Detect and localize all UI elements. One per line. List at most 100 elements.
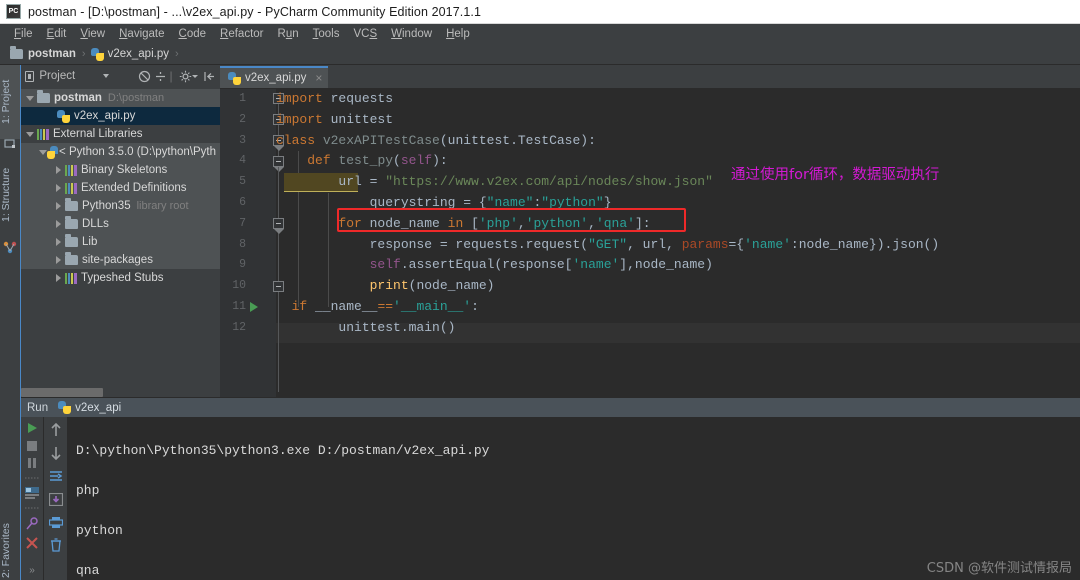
tree-item-dlls[interactable]: DLLs <box>21 215 220 233</box>
tree-item-external-libraries[interactable]: External Libraries <box>21 125 220 143</box>
tree-arrow-down-icon[interactable] <box>23 96 37 101</box>
tree-arrow-right-icon[interactable] <box>51 220 65 228</box>
menu-view[interactable]: View <box>73 28 112 40</box>
menu-edit[interactable]: Edit <box>40 28 74 40</box>
code-line-4[interactable]: def test_py(self): <box>276 151 448 172</box>
project-panel: Project | postman D:\postman <box>21 65 221 397</box>
line-number: 8 <box>222 235 246 256</box>
tree-item-extended-definitions[interactable]: Extended Definitions <box>21 179 220 197</box>
structure-tool-icon <box>3 241 18 254</box>
menu-window-mn: W <box>391 28 402 40</box>
tree-item-postman[interactable]: postman D:\postman <box>21 89 220 107</box>
menu-code[interactable]: Code <box>172 28 214 40</box>
menu-vcs-pre: VC <box>353 28 369 40</box>
console-output[interactable]: D:\python\Python35\python3.exe D:/postma… <box>68 417 1080 580</box>
console-line: php <box>76 481 1080 501</box>
code-line-8[interactable]: response = requests.request("GET", url, … <box>276 235 939 256</box>
sidebar-tab-structure[interactable]: 1: Structure <box>0 149 21 241</box>
code-line-11[interactable]: if __name__=='__main__': <box>276 297 479 318</box>
tab-v2ex-api-py[interactable]: v2ex_api.py × <box>220 66 328 88</box>
code-line-9[interactable]: self.assertEqual(response['name'],node_n… <box>276 255 713 276</box>
console-line: D:\python\Python35\python3.exe D:/postma… <box>76 441 1080 461</box>
breadcrumb-item-file[interactable]: v2ex_api.py <box>91 48 169 61</box>
line-number: 10 <box>222 276 246 297</box>
tree-item-v2ex-api-py[interactable]: v2ex_api.py <box>21 107 220 125</box>
code-line-1[interactable]: import requests <box>276 89 393 110</box>
project-tree: postman D:\postman v2ex_api.py External … <box>21 87 220 287</box>
window-title: postman - [D:\postman] - ...\v2ex_api.py… <box>28 5 481 19</box>
code-line-6[interactable]: querystring = {"name":"python"} <box>276 193 612 214</box>
code-line-7[interactable]: for node_name in ['php','python','qna']: <box>276 214 651 235</box>
tree-arrow-right-icon[interactable] <box>51 274 65 282</box>
menu-refactor-post: efactor <box>228 28 263 40</box>
run-config-tab[interactable]: v2ex_api <box>58 401 121 414</box>
tree-item-lib[interactable]: Lib <box>21 233 220 251</box>
menu-window[interactable]: Window <box>384 28 439 40</box>
arrow-up-icon[interactable] <box>47 421 65 439</box>
console-view-icon[interactable] <box>23 487 41 499</box>
tree-item-python35[interactable]: Python35 library root <box>21 197 220 215</box>
code-content[interactable]: import requests import unittest class v2… <box>276 89 1080 398</box>
close-icon[interactable] <box>23 536 41 550</box>
run-gutter-icon[interactable] <box>250 302 258 312</box>
tree-arrow-right-icon[interactable] <box>51 238 65 246</box>
rerun-icon[interactable] <box>23 421 41 435</box>
tree-item-binary-skeletons[interactable]: Binary Skeletons <box>21 161 220 179</box>
menu-vcs[interactable]: VCS <box>346 28 384 40</box>
expand-all-icon[interactable] <box>154 69 167 83</box>
menu-navigate[interactable]: Navigate <box>112 28 171 40</box>
print-icon[interactable] <box>47 513 65 531</box>
toolbar-divider: | <box>170 69 173 83</box>
tree-item-typeshed-stubs[interactable]: Typeshed Stubs <box>21 269 220 287</box>
trash-icon[interactable] <box>47 536 65 554</box>
sidebar-tab-favorites[interactable]: 2: Favorites <box>0 505 21 580</box>
editor-gutter: 1 2 3 4 5 6 7 8 9 10 11 12 <box>220 89 276 398</box>
breadcrumb-item-project[interactable]: postman <box>10 48 76 60</box>
export-icon[interactable] <box>47 490 65 508</box>
scrollbar-thumb[interactable] <box>21 388 103 397</box>
tree-item-site-packages[interactable]: site-packages <box>21 251 220 269</box>
code-line-12[interactable]: unittest.main() <box>276 318 455 339</box>
python-file-icon <box>91 48 104 61</box>
menu-help[interactable]: Help <box>439 28 477 40</box>
pin-icon[interactable] <box>23 517 41 531</box>
tree-arrow-right-icon[interactable] <box>51 184 65 192</box>
tree-item-python-sdk[interactable]: < Python 3.5.0 (D:\python\Pyth <box>21 143 220 161</box>
editor-area: v2ex_api.py × 1 2 3 4 5 6 7 8 9 10 11 12 <box>220 65 1080 397</box>
tree-label: DLLs <box>82 218 109 230</box>
menu-file[interactable]: File <box>7 28 40 40</box>
menu-bar: File Edit View Navigate Code Refactor Ru… <box>0 24 1080 44</box>
code-editor[interactable]: 1 2 3 4 5 6 7 8 9 10 11 12 <box>220 89 1080 398</box>
chevron-down-icon[interactable] <box>101 69 111 83</box>
run-controls-column: » <box>21 417 44 580</box>
pause-icon[interactable] <box>23 457 41 469</box>
project-horizontal-scrollbar[interactable] <box>21 388 220 397</box>
tree-arrow-right-icon[interactable] <box>51 202 65 210</box>
menu-run[interactable]: Run <box>271 28 306 40</box>
tree-arrow-right-icon[interactable] <box>51 256 65 264</box>
code-line-3[interactable]: class v2exAPITestCase(unittest.TestCase)… <box>276 131 596 152</box>
arrow-down-icon[interactable] <box>47 444 65 462</box>
collapse-all-icon[interactable] <box>138 69 151 83</box>
code-line-10[interactable]: print(node_name) <box>276 276 494 297</box>
close-icon[interactable]: × <box>315 71 322 85</box>
library-icon <box>65 273 77 284</box>
stop-icon[interactable] <box>23 440 41 452</box>
code-line-5[interactable]: url = "https://www.v2ex.com/api/nodes/sh… <box>276 172 713 193</box>
menu-tools[interactable]: Tools <box>306 28 347 40</box>
gear-dropdown-icon[interactable] <box>190 69 200 83</box>
code-line-2[interactable]: import unittest <box>276 110 393 131</box>
soft-wrap-icon[interactable] <box>47 467 65 485</box>
tree-arrow-right-icon[interactable] <box>51 166 65 174</box>
menu-vcs-mn: S <box>369 28 377 40</box>
sidebar-tab-project[interactable]: 1: Project <box>0 65 21 139</box>
line-number: 9 <box>222 255 246 276</box>
line-number: 4 <box>222 151 246 172</box>
more-options-icon[interactable]: » <box>23 565 41 576</box>
tree-label: Python35 <box>82 200 131 212</box>
menu-refactor[interactable]: Refactor <box>213 28 270 40</box>
tree-arrow-down-icon[interactable] <box>23 132 37 137</box>
hide-panel-icon[interactable] <box>203 69 216 83</box>
left-tool-strip: 1: Project 1: Structure 2: Favorites ★ » <box>0 65 22 580</box>
tree-label: postman <box>54 92 102 104</box>
